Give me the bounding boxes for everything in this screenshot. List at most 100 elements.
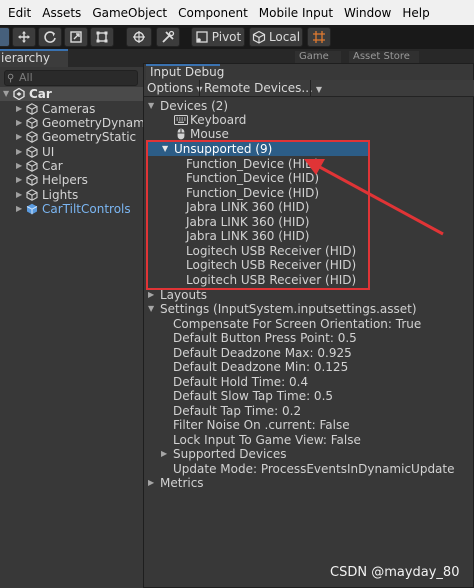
pivot-toggle-button[interactable]: Pivot <box>191 27 245 47</box>
setting-value: Default Button Press Point: 0.5 <box>173 331 357 345</box>
collapse-arrow-icon[interactable]: ▶ <box>16 159 22 173</box>
hierarchy-root-car[interactable]: ▼ Car <box>0 87 143 101</box>
collapse-arrow-icon[interactable]: ▶ <box>161 447 167 461</box>
menu-mobile-input[interactable]: Mobile Input <box>259 6 333 20</box>
input-debug-tab-label: Input Debug <box>150 65 225 79</box>
collapse-arrow-icon[interactable]: ▶ <box>16 130 22 144</box>
collapse-arrow-icon[interactable]: ▶ <box>148 476 154 490</box>
setting-value: Filter Noise On .current: False <box>173 418 350 432</box>
hierarchy-item-label: CarTiltControls <box>42 202 131 216</box>
collapse-arrow-icon[interactable]: ▶ <box>16 102 22 116</box>
options-label: Options <box>147 81 194 95</box>
hierarchy-item-label: GeometryStatic <box>42 130 137 144</box>
hierarchy-search-placeholder: All <box>19 71 33 84</box>
tab-game[interactable]: Game <box>295 51 341 63</box>
hierarchy-item-label: Lights <box>42 188 79 202</box>
hierarchy-search-input[interactable]: ⚲ All <box>4 70 138 86</box>
remote-devices-dropdown[interactable]: Remote Devices... ▼ <box>204 81 322 96</box>
hand-tool-button[interactable] <box>0 27 10 47</box>
mouse-icon <box>177 128 185 140</box>
gameobject-icon <box>26 160 38 172</box>
collapse-arrow-icon[interactable]: ▶ <box>16 188 22 202</box>
mouse-label: Mouse <box>190 127 229 141</box>
grid-snap-icon <box>313 31 325 43</box>
expand-arrow-icon[interactable]: ▼ <box>148 99 154 113</box>
unity-scene-icon <box>13 88 25 100</box>
prefab-icon <box>26 203 38 215</box>
rect-icon <box>96 31 108 43</box>
collapse-arrow-icon[interactable]: ▶ <box>16 145 22 159</box>
hierarchy-item[interactable]: ▶ Lights <box>0 188 143 202</box>
setting-value: Default Slow Tap Time: 0.5 <box>173 389 334 403</box>
devices-label: Devices (2) <box>160 99 229 113</box>
menu-window[interactable]: Window <box>344 6 391 20</box>
tab-asset-store[interactable]: Asset Store <box>349 51 419 63</box>
gameobject-icon <box>26 131 38 143</box>
local-toggle-button[interactable]: Local <box>249 27 303 47</box>
menu-component[interactable]: Component <box>178 6 248 20</box>
setting-value: Compensate For Screen Orientation: True <box>173 317 422 331</box>
keyboard-label: Keyboard <box>190 113 247 127</box>
hierarchy-tab[interactable]: ierarchy <box>0 49 68 67</box>
hierarchy-item-label: Car <box>42 159 63 173</box>
scene-tabbar: Game Asset Store <box>143 49 474 63</box>
collapse-arrow-icon[interactable]: ▶ <box>148 288 154 302</box>
tree-settings[interactable]: ▼ Settings (InputSystem.inputsettings.as… <box>148 302 448 316</box>
hierarchy-item[interactable]: ▶ UI <box>0 145 143 159</box>
setting-value: Default Deadzone Max: 0.925 <box>173 346 352 360</box>
tree-device-mouse[interactable]: Mouse <box>174 127 374 141</box>
rotate-icon <box>44 31 56 43</box>
tree-device-keyboard[interactable]: Keyboard <box>174 113 374 127</box>
tree-layouts[interactable]: ▶ Layouts <box>148 288 348 302</box>
hierarchy-tabbar <box>68 49 143 67</box>
collapse-arrow-icon[interactable]: ▶ <box>16 173 22 187</box>
hierarchy-item-label: Cameras <box>42 102 96 116</box>
hierarchy-root-label: Car <box>29 87 52 101</box>
gameobject-icon <box>26 174 38 186</box>
menu-gameobject[interactable]: GameObject <box>92 6 167 20</box>
menu-help[interactable]: Help <box>402 6 429 20</box>
local-label: Local <box>268 30 301 44</box>
scale-tool-button[interactable] <box>64 27 88 47</box>
rotate-tool-button[interactable] <box>38 27 62 47</box>
custom-tool-button[interactable] <box>156 27 180 47</box>
tab-asset-store-label: Asset Store <box>353 51 410 62</box>
grid-snap-button[interactable] <box>307 27 331 47</box>
move-tool-button[interactable] <box>12 27 36 47</box>
toolbar-divider <box>199 80 200 97</box>
layouts-label: Layouts <box>160 288 208 302</box>
expand-arrow-icon[interactable]: ▼ <box>148 302 154 316</box>
hierarchy-item[interactable]: ▶ GeometryDynamic <box>0 116 155 130</box>
hierarchy-item-label: Helpers <box>42 173 88 187</box>
scale-icon <box>70 31 82 43</box>
menu-edit[interactable]: Edit <box>8 6 31 20</box>
hierarchy-item[interactable]: ▶ CarTiltControls <box>0 202 143 216</box>
hierarchy-item[interactable]: ▶ Cameras <box>0 102 143 116</box>
rect-tool-button[interactable] <box>90 27 114 47</box>
menu-assets[interactable]: Assets <box>42 6 81 20</box>
pivot-icon <box>196 31 208 43</box>
transform-tool-button[interactable] <box>126 27 152 47</box>
setting-value: Default Tap Time: 0.2 <box>173 404 302 418</box>
hierarchy-item[interactable]: ▶ Helpers <box>0 173 143 187</box>
gameobject-icon <box>26 117 38 129</box>
setting-value: Lock Input To Game View: False <box>173 433 361 447</box>
annotation-arrow <box>304 159 444 236</box>
tree-devices[interactable]: ▼ Devices (2) <box>148 99 348 113</box>
dropdown-arrow-icon: ▼ <box>315 85 323 94</box>
tab-input-debug[interactable]: Input Debug <box>146 64 224 80</box>
remote-devices-label: Remote Devices... <box>204 81 313 95</box>
keyboard-icon <box>174 115 188 125</box>
hierarchy-item[interactable]: ▶ GeometryStatic <box>0 130 143 144</box>
main-toolbar: Pivot Local <box>0 25 474 49</box>
watermark-text: CSDN @mayday_80 <box>330 565 460 580</box>
collapse-arrow-icon[interactable]: ▶ <box>16 202 22 216</box>
expand-arrow-icon[interactable]: ▼ <box>3 87 9 101</box>
tree-metrics[interactable]: ▶ Metrics <box>148 476 348 490</box>
settings-label: Settings (InputSystem.inputsettings.asse… <box>160 302 417 316</box>
tree-supported-devices[interactable]: ▶ Supported Devices <box>161 447 361 461</box>
hierarchy-item-label: UI <box>42 145 55 159</box>
hierarchy-item[interactable]: ▶ Car <box>0 159 143 173</box>
collapse-arrow-icon[interactable]: ▶ <box>16 116 22 130</box>
options-dropdown[interactable]: Options▼ <box>147 81 202 96</box>
